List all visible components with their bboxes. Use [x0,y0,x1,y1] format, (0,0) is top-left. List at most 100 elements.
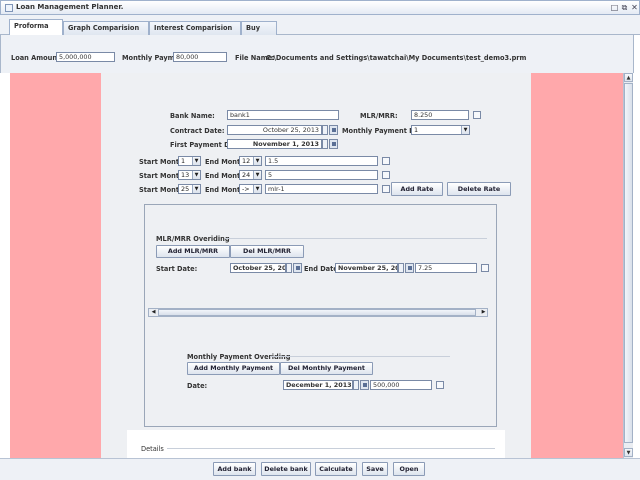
rate-row: Start Month: 13 ▼ End Month: 24 ▼ 5 [139,170,399,182]
first-payment-field[interactable]: November 1, 2013 [227,139,322,149]
monthly-amount-field[interactable]: 500,000 [370,380,432,390]
scroll-up-icon[interactable]: ▲ [624,73,633,82]
save-button[interactable]: Save [362,462,388,476]
chevron-down-icon[interactable]: ▼ [192,171,200,179]
contract-date-spinner[interactable] [322,125,328,135]
scroll-left-icon[interactable]: ◀ [150,309,157,316]
end-month-select[interactable]: 24 ▼ [239,170,262,180]
chevron-down-icon[interactable]: ▼ [192,157,200,165]
date-spinner[interactable] [353,380,359,390]
end-month-select[interactable]: -> ▼ [239,184,262,194]
chevron-down-icon[interactable]: ▼ [253,157,261,165]
scroll-canvas: Bank Name: bank1 MLR/MRR: 8.250 Contract… [10,73,623,458]
start-date-spinner[interactable] [286,263,292,273]
mlr-override-title: MLR/MRR Overiding [156,235,230,243]
contract-date-calendar-icon[interactable] [329,125,338,135]
del-monthly-payment-button[interactable]: Del Monthly Payment [280,362,373,375]
first-payment-spinner[interactable] [322,139,328,149]
divider [167,448,495,449]
start-month-value: 13 [181,171,190,179]
rate-field[interactable]: 5 [265,170,378,180]
end-date-spinner[interactable] [398,263,404,273]
bank-name-field[interactable]: bank1 [227,110,339,120]
file-name-value: C:\Documents and Settings\tawatchai\My D… [266,54,527,62]
rate-row: Start Month: 25 ▼ End Month: -> ▼ mlr-1 [139,184,399,196]
details-box: Details [127,430,505,458]
end-month-value: -> [242,185,250,193]
horizontal-scrollbar[interactable]: ◀ ▶ [148,308,488,317]
rate-checkbox[interactable] [382,185,390,193]
del-mlr-button[interactable]: Del MLR/MRR [230,245,304,258]
date-calendar-icon[interactable] [360,380,369,390]
payment-day-value: 1 [414,126,419,134]
scroll-down-icon[interactable]: ▼ [624,448,633,457]
end-month-value: 12 [242,157,251,165]
delete-rate-button[interactable]: Delete Rate [447,182,511,196]
vertical-scroll-thumb[interactable] [624,83,633,443]
end-date-field[interactable]: November 25, 2013 [335,263,398,273]
start-month-value: 25 [181,185,190,193]
divider [270,356,450,357]
monthly-override-title: Monthly Payment Overiding [187,353,291,361]
start-date-calendar-icon[interactable] [293,263,302,273]
tab-buy-now[interactable]: Buy Now [241,21,277,45]
monthly-amount-checkbox[interactable] [436,381,444,389]
mlr-field[interactable]: 8.250 [411,110,469,120]
start-date-field[interactable]: October 25, 2013 [230,263,286,273]
mlr-override-rate-field[interactable]: 7.25 [415,263,477,273]
window-title: Loan Management Planner. [16,3,124,11]
start-month-select[interactable]: 1 ▼ [178,156,201,166]
tab-interest-comparision-report[interactable]: Interest Comparision Report [149,21,241,45]
end-date-calendar-icon[interactable] [405,263,414,273]
app-icon [5,4,13,12]
monthly-payment-field[interactable]: 80,000 [173,52,227,62]
open-button[interactable]: Open [393,462,425,476]
rate-checkbox[interactable] [382,157,390,165]
add-monthly-payment-button[interactable]: Add Monthly Payment [187,362,280,375]
add-mlr-button[interactable]: Add MLR/MRR [156,245,230,258]
horizontal-scroll-thumb[interactable] [158,309,476,316]
add-rate-button[interactable]: Add Rate [391,182,443,196]
action-bar: Add bank Delete bank Calculate Save Open [0,458,640,480]
add-bank-button[interactable]: Add bank [213,462,256,476]
tab-bar: Proforma Entry Graph Comparision Report … [0,15,640,45]
bank-form: Bank Name: bank1 MLR/MRR: 8.250 Contract… [101,73,531,458]
start-date-label: Start Date: [156,265,198,273]
minimize-icon[interactable]: □ [610,3,619,12]
rate-field[interactable]: 1.5 [265,156,378,166]
delete-bank-button[interactable]: Delete bank [261,462,311,476]
chevron-down-icon[interactable]: ▼ [192,185,200,193]
mlr-label: MLR/MRR: [360,112,398,120]
rate-field[interactable]: mlr-1 [265,184,378,194]
bank-name-label: Bank Name: [170,112,215,120]
mlr-override-checkbox[interactable] [481,264,489,272]
start-month-select[interactable]: 13 ▼ [178,170,201,180]
details-title: Details [141,445,164,453]
contract-date-label: Contract Date: [170,127,225,135]
chevron-down-icon[interactable]: ▼ [253,185,261,193]
contract-date-field[interactable]: October 25, 2013 [227,125,322,135]
scroll-right-icon[interactable]: ▶ [480,309,487,316]
maximize-icon[interactable]: ⧉ [620,3,629,12]
vertical-scrollbar[interactable]: ▲ ▼ [623,73,633,458]
start-month-value: 1 [181,157,186,165]
calculate-button[interactable]: Calculate [315,462,357,476]
chevron-down-icon[interactable]: ▼ [461,126,469,134]
end-month-select[interactable]: 12 ▼ [239,156,262,166]
start-month-select[interactable]: 25 ▼ [178,184,201,194]
loan-amount-field[interactable]: 5,000,000 [56,52,115,62]
rate-checkbox[interactable] [382,171,390,179]
rate-row: Start Month: 1 ▼ End Month: 12 ▼ 1.5 [139,156,399,168]
end-month-value: 24 [242,171,251,179]
tab-graph-comparision-report[interactable]: Graph Comparision Report [63,21,149,45]
tab-proforma-entry[interactable]: Proforma Entry [9,19,63,43]
payment-day-select[interactable]: 1 ▼ [411,125,470,135]
mlr-checkbox[interactable] [473,111,481,119]
first-payment-calendar-icon[interactable] [329,139,338,149]
loan-summary-row: Loan Amount: 5,000,000 Monthly Payment: … [0,35,634,73]
date-field[interactable]: December 1, 2013 [283,380,353,390]
chevron-down-icon[interactable]: ▼ [253,171,261,179]
title-bar: Loan Management Planner. □ ⧉ ✕ [0,0,640,15]
divider [225,238,487,239]
close-icon[interactable]: ✕ [630,3,639,12]
